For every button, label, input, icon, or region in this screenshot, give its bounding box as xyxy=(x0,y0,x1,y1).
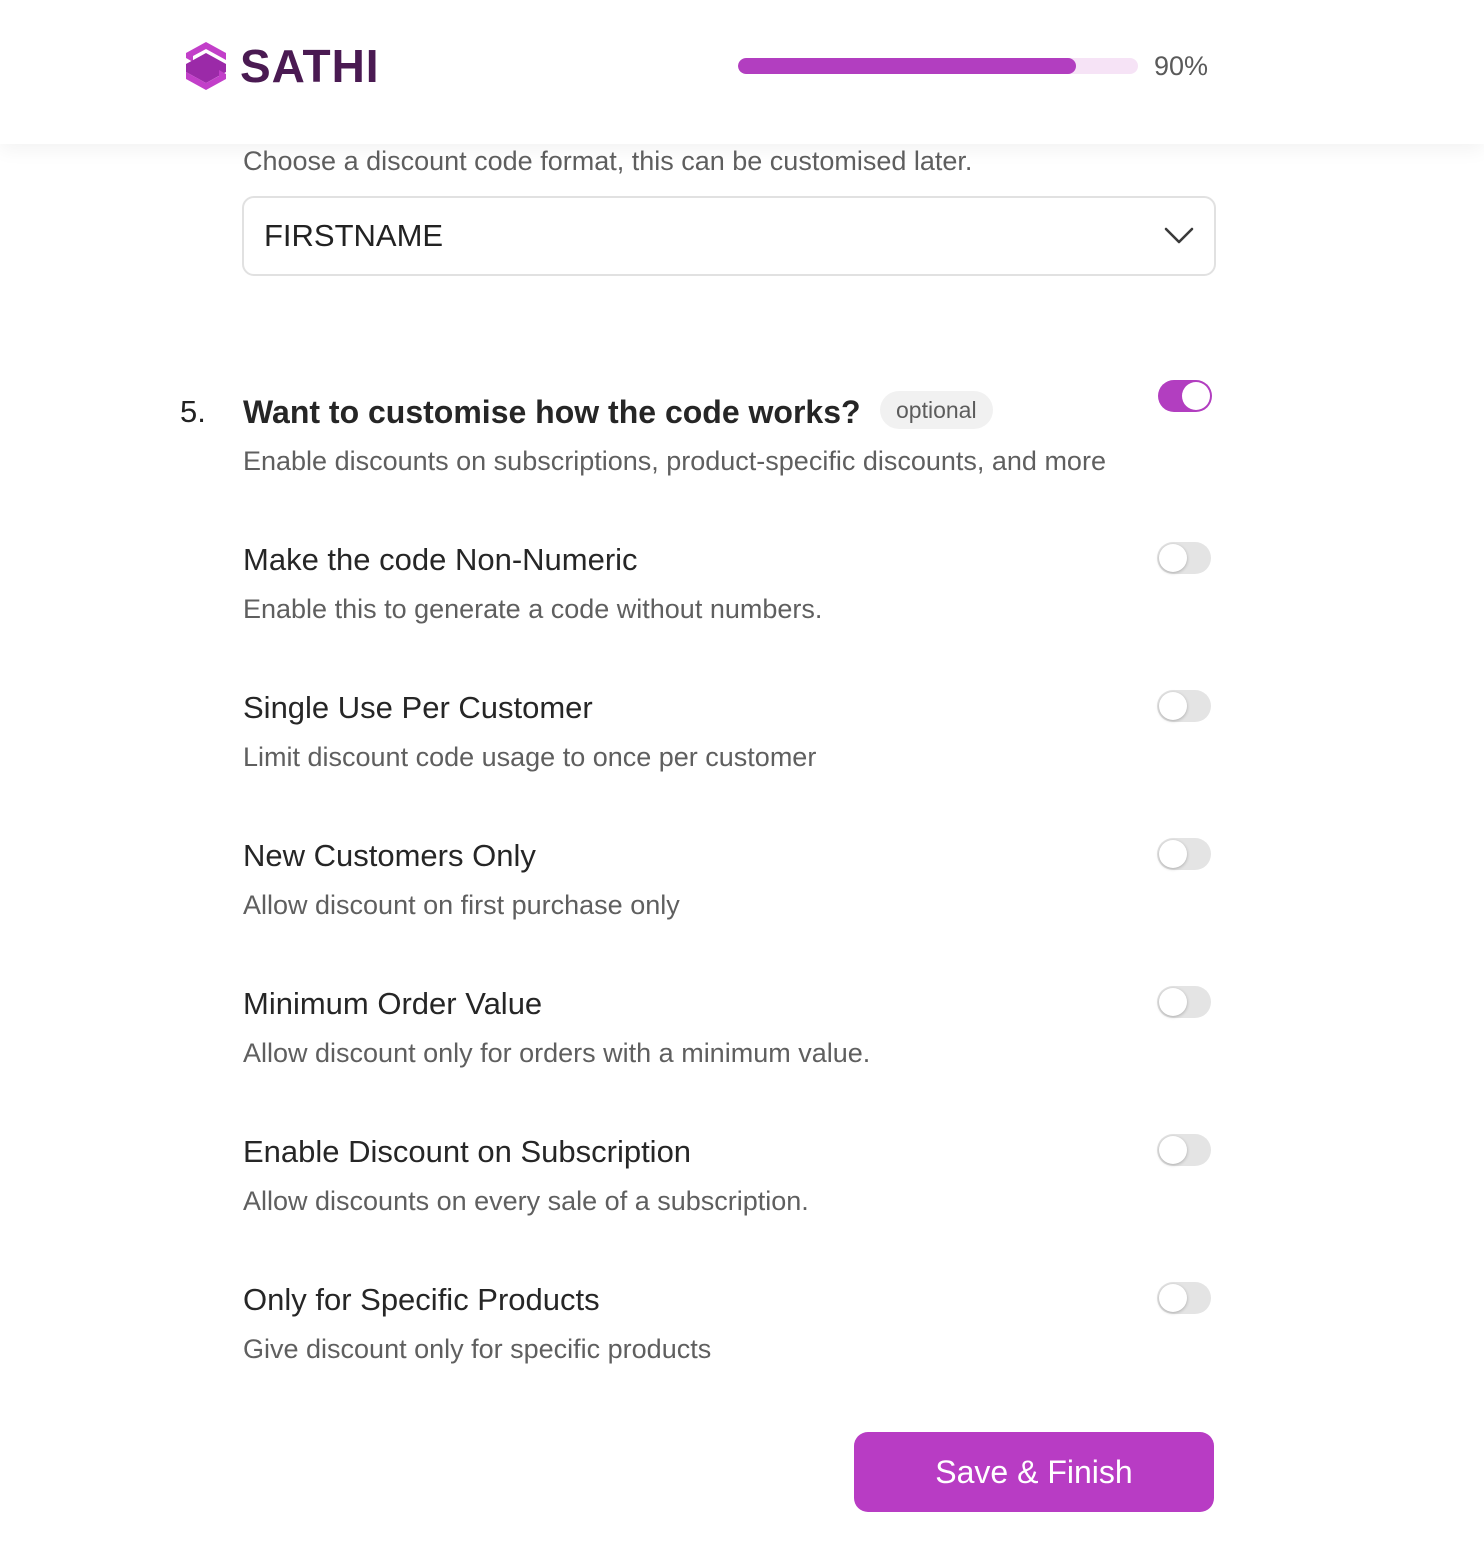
toggle-knob xyxy=(1159,544,1187,572)
option-description: Enable this to generate a code without n… xyxy=(243,594,823,624)
minimum-order-toggle[interactable] xyxy=(1157,986,1211,1018)
question-subtitle: Enable discounts on subscriptions, produ… xyxy=(243,446,1106,476)
option-title: Only for Specific Products xyxy=(243,1282,600,1317)
code-format-selected-value: FIRSTNAME xyxy=(264,218,444,253)
single-use-toggle[interactable] xyxy=(1157,690,1211,722)
logo[interactable]: SATHI xyxy=(184,42,380,90)
specific-products-toggle[interactable] xyxy=(1157,1282,1211,1314)
toggle-knob xyxy=(1159,1136,1187,1164)
sathi-logo-icon xyxy=(186,42,226,90)
option-description: Allow discounts on every sale of a subsc… xyxy=(243,1186,809,1216)
new-customers-toggle[interactable] xyxy=(1157,838,1211,870)
question-title: Want to customise how the code works? xyxy=(243,394,861,430)
toggle-knob xyxy=(1182,382,1210,410)
optional-badge: optional xyxy=(880,391,993,429)
subscription-toggle[interactable] xyxy=(1157,1134,1211,1166)
toggle-knob xyxy=(1159,1284,1187,1312)
toggle-knob xyxy=(1159,988,1187,1016)
logo-text: SATHI xyxy=(240,40,380,92)
progress-fill xyxy=(738,58,1077,74)
save-finish-button[interactable]: Save & Finish xyxy=(854,1432,1214,1512)
code-format-select[interactable]: FIRSTNAME xyxy=(242,196,1216,276)
non-numeric-toggle[interactable] xyxy=(1157,542,1211,574)
chevron-down-icon xyxy=(1164,227,1194,244)
option-title: Make the code Non-Numeric xyxy=(243,542,638,577)
option-description: Allow discount only for orders with a mi… xyxy=(243,1038,871,1068)
code-format-hint: Choose a discount code format, this can … xyxy=(243,146,973,176)
toggle-knob xyxy=(1159,840,1187,868)
option-title: Enable Discount on Subscription xyxy=(243,1134,692,1169)
question-number: 5. xyxy=(180,394,206,429)
option-description: Limit discount code usage to once per cu… xyxy=(243,742,817,772)
option-description: Give discount only for specific products xyxy=(243,1334,712,1364)
option-title: Minimum Order Value xyxy=(243,986,543,1021)
option-title: New Customers Only xyxy=(243,838,536,873)
customise-code-toggle[interactable] xyxy=(1158,380,1212,412)
option-title: Single Use Per Customer xyxy=(243,690,593,725)
progress-bar xyxy=(738,58,1138,74)
progress-percentage: 90% xyxy=(1154,51,1209,81)
option-description: Allow discount on first purchase only xyxy=(243,890,680,920)
header: SATHI 90% xyxy=(0,0,1484,144)
toggle-knob xyxy=(1159,692,1187,720)
